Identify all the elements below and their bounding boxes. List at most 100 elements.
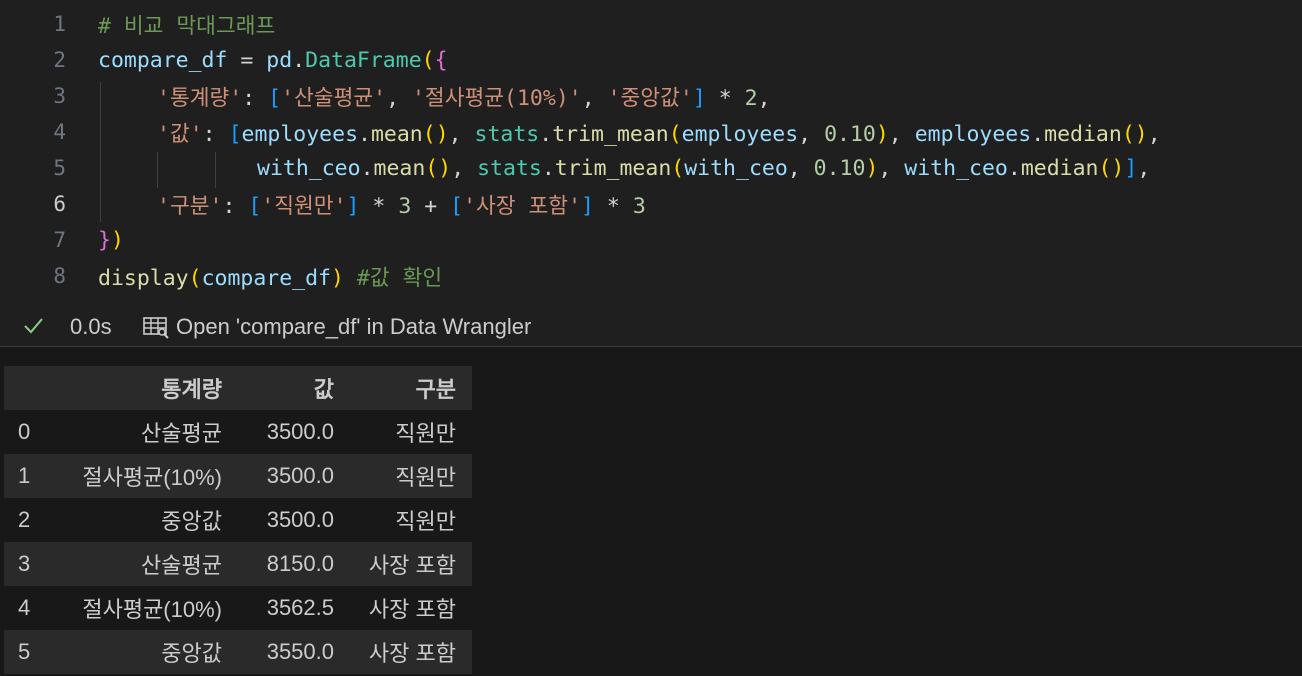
code-line[interactable]: 1 # 비교 막대그래프 [0, 6, 1302, 42]
operator: , [581, 85, 608, 111]
cell-status-bar: 0.0s Open 'compare_df' in Data Wrangler [0, 306, 1302, 347]
bracket: ) [331, 265, 344, 291]
code-line[interactable]: 8 display(compare_df) #값 확인 [0, 258, 1302, 294]
bracket: ( [668, 121, 682, 147]
operator: . [292, 47, 306, 73]
bracket: ) [875, 121, 889, 147]
code-line[interactable]: 6 '구분': ['직원만'] * 3 + ['사장 포함'] * 3 [0, 186, 1302, 222]
operator: . [360, 155, 374, 181]
line-number: 5 [53, 156, 66, 180]
identifier: employees [681, 121, 799, 147]
bracket: } [98, 227, 111, 253]
operator: , [1137, 155, 1151, 181]
operator: , [787, 155, 814, 181]
identifier: compare_df [201, 265, 332, 291]
bracket: [ [228, 121, 242, 147]
operator: * [593, 193, 633, 219]
code-text: compare_df = pd.DataFrame({ [98, 48, 448, 73]
cell-stat: 절사평균(10%) [82, 597, 222, 622]
function: trim_mean [552, 121, 669, 147]
row-index: 5 [18, 639, 31, 664]
bracket: ) [865, 155, 879, 181]
code-editor[interactable]: 1 # 비교 막대그래프 2 compare_df = pd.DataFrame… [0, 0, 1302, 306]
cell-value: 3500.0 [266, 463, 334, 488]
bracket: ( [421, 47, 435, 73]
bracket: () [425, 155, 452, 181]
string: '산술평균' [281, 85, 387, 111]
table-row: 4 절사평균(10%) 3562.5 사장 포함 [4, 586, 472, 630]
operator: : [202, 121, 229, 147]
identifier: stats [474, 121, 540, 147]
bracket: ] [1124, 155, 1138, 181]
identifier: with_ceo [904, 155, 1008, 181]
bracket: [ [248, 193, 262, 219]
identifier: stats [477, 155, 542, 181]
row-index: 2 [18, 507, 31, 532]
operator: = [227, 47, 267, 73]
operator: , [451, 155, 478, 181]
function: trim_mean [554, 155, 672, 181]
cell-group: 직원만 [395, 421, 456, 446]
number: 2 [744, 85, 758, 111]
line-number: 1 [53, 12, 66, 36]
bracket: ( [671, 155, 685, 181]
cell-group: 사장 포함 [368, 597, 456, 622]
line-number: 3 [53, 84, 66, 108]
line-number: 8 [53, 264, 66, 288]
operator: : [222, 193, 249, 219]
dataframe-table: 통계량 값 구분 0 산술평균 3500.0 직원만 1 절사평균(10%) 3… [4, 366, 472, 674]
operator: , [448, 121, 475, 147]
code-line[interactable]: 2 compare_df = pd.DataFrame({ [0, 42, 1302, 78]
table-row: 0 산술평균 3500.0 직원만 [4, 410, 472, 454]
function: median [1044, 121, 1122, 147]
operator: , [888, 121, 915, 147]
line-number: 2 [53, 48, 66, 72]
cell-stat: 중앙값 [161, 641, 222, 666]
code-text: with_ceo.mean(), stats.trim_mean(with_ce… [257, 156, 1150, 181]
cell-value: 3500.0 [266, 507, 334, 532]
bracket: ) [110, 227, 124, 253]
execution-time: 0.0s [70, 314, 112, 339]
code-text: '구분': ['직원만'] * 3 + ['사장 포함'] * 3 [157, 189, 646, 220]
column-header-index [4, 366, 56, 410]
operator: . [1007, 155, 1021, 181]
bracket: [ [268, 85, 282, 111]
operator: . [358, 121, 371, 147]
table-icon [143, 317, 169, 339]
cell-value: 3550.0 [266, 639, 334, 664]
class-name: DataFrame [305, 47, 422, 73]
open-data-wrangler-label[interactable]: Open 'compare_df' in Data Wrangler [176, 314, 531, 340]
operator: * [705, 85, 745, 111]
check-icon [24, 318, 43, 334]
code-text: }) [98, 228, 124, 253]
line-number: 6 [53, 192, 66, 216]
open-data-wrangler-link[interactable]: Open 'compare_df' in Data Wrangler [142, 314, 531, 340]
bracket: () [1098, 155, 1125, 181]
code-line[interactable]: 4 '값': [employees.mean(), stats.trim_mea… [0, 114, 1302, 150]
code-line[interactable]: 7 }) [0, 222, 1302, 258]
column-header-stat: 통계량 [161, 377, 222, 402]
identifier: employees [914, 121, 1032, 147]
bracket: ] [692, 85, 706, 111]
operator: , [757, 85, 771, 111]
operator: + [411, 193, 451, 219]
row-index: 1 [18, 463, 31, 488]
string: '중앙값' [607, 85, 693, 111]
table-row: 5 중앙값 3550.0 사장 포함 [4, 630, 472, 674]
string: '직원만' [261, 193, 347, 219]
code-line[interactable]: 5 with_ceo.mean(), stats.trim_mean(with_… [0, 150, 1302, 186]
code-line[interactable]: 3 '통계량': ['산술평균', '절사평균(10%)', '중앙값'] * … [0, 78, 1302, 114]
cell-value: 3500.0 [266, 419, 334, 444]
row-index: 0 [18, 419, 31, 444]
table-row: 1 절사평균(10%) 3500.0 직원만 [4, 454, 472, 498]
string: '절사평균(10%)' [411, 85, 582, 111]
operator: * [359, 193, 399, 219]
comment: # 비교 막대그래프 [98, 13, 276, 39]
code-text: '통계량': ['산술평균', '절사평균(10%)', '중앙값'] * 2, [157, 81, 771, 112]
cell-value: 8150.0 [266, 551, 334, 576]
function: median [1020, 155, 1099, 181]
string: '사장 포함' [463, 193, 582, 219]
function: mean [373, 155, 426, 181]
cell-stat: 중앙값 [161, 509, 222, 534]
